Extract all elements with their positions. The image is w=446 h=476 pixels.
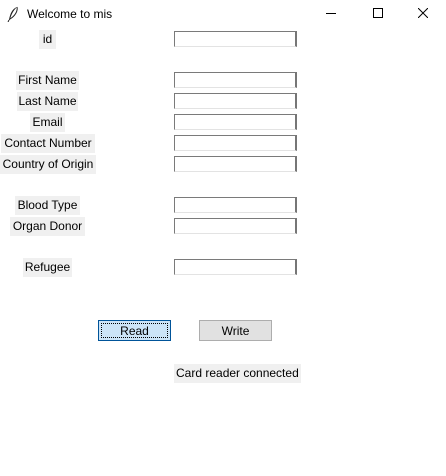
- email-field[interactable]: [174, 114, 297, 130]
- organ-donor-label: Organ Donor: [10, 217, 85, 236]
- first-name-label: First Name: [16, 71, 79, 90]
- contact-number-field[interactable]: [174, 135, 297, 151]
- close-button[interactable]: [400, 0, 446, 28]
- last-name-label: Last Name: [17, 92, 78, 111]
- country-of-origin-field[interactable]: [174, 156, 297, 172]
- last-name-field[interactable]: [174, 93, 297, 109]
- focus-ring: [101, 323, 168, 338]
- close-icon: [417, 7, 429, 21]
- id-label: id: [39, 30, 56, 49]
- first-name-field[interactable]: [174, 72, 297, 88]
- contact-number-label: Contact Number: [1, 134, 95, 153]
- email-label: Email: [30, 113, 65, 132]
- blood-type-label: Blood Type: [15, 196, 80, 215]
- minimize-icon: [326, 7, 336, 21]
- id-field[interactable]: [174, 31, 297, 47]
- organ-donor-field[interactable]: [174, 218, 297, 234]
- blood-type-field[interactable]: [174, 197, 297, 213]
- minimize-button[interactable]: [308, 0, 354, 28]
- read-button[interactable]: Read: [98, 320, 171, 341]
- refugee-field[interactable]: [174, 259, 297, 275]
- write-button-label: Write: [221, 323, 250, 338]
- country-of-origin-label: Country of Origin: [0, 155, 96, 174]
- refugee-label: Refugee: [23, 258, 72, 277]
- title-bar: Welcome to mis: [0, 0, 446, 28]
- maximize-icon: [373, 7, 383, 21]
- write-button[interactable]: Write: [199, 320, 272, 341]
- status-label: Card reader connected: [174, 364, 301, 383]
- window-title: Welcome to mis: [27, 7, 113, 21]
- feather-icon: [6, 6, 20, 23]
- maximize-button[interactable]: [355, 0, 401, 28]
